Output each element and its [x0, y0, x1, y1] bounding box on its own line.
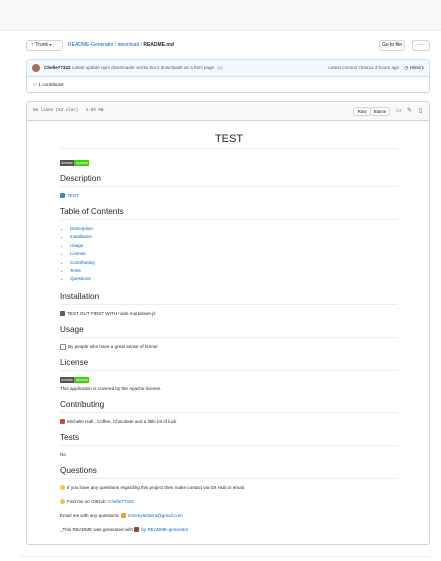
- toc-link-contributing[interactable]: Contributing: [70, 259, 398, 267]
- contributors-count: 1 contributor: [38, 82, 64, 87]
- generated-prefix: _This README was generated with: [60, 526, 134, 532]
- clock-icon: ◷: [404, 65, 409, 70]
- history-label: History: [409, 65, 424, 70]
- toc-link-license[interactable]: License: [70, 250, 398, 258]
- history-link[interactable]: ◷ History: [404, 65, 424, 70]
- breadcrumb-current-file: README.md: [143, 42, 174, 48]
- branch-label: Trunk: [35, 42, 49, 48]
- questions-text-2: Find me on GitHub: Chelle77322: [60, 498, 398, 505]
- top-header-bar: [0, 0, 441, 31]
- books-icon: [60, 419, 65, 425]
- heading-description: Description: [60, 173, 398, 187]
- monitor-icon[interactable]: ▭: [396, 107, 402, 115]
- commit-meta: Latest commit 7d4a1a 3 hours ago ◷ Histo…: [328, 64, 424, 72]
- blame-button[interactable]: Blame: [370, 107, 390, 116]
- raw-button[interactable]: Raw: [353, 107, 371, 116]
- heading-table-of-contents: Table of Contents: [60, 206, 398, 220]
- footer-divider: [20, 556, 430, 557]
- breadcrumb-separator: /: [114, 42, 117, 48]
- file-header: 56 lines (52 sloc) 1.89 KB Raw Blame ▭ ✎…: [27, 102, 429, 121]
- badge-value: Apache: [74, 376, 90, 383]
- file-info: 56 lines (52 sloc) 1.89 KB: [33, 109, 104, 113]
- breadcrumb-folder-link[interactable]: download: [118, 42, 139, 48]
- hammer-icon: [134, 527, 140, 533]
- email-link[interactable]: mimmytedarra@gmail.com: [128, 513, 183, 518]
- tests-text: No: [60, 451, 66, 457]
- toc-link-usage[interactable]: Usage: [70, 242, 398, 250]
- toc-link-tests[interactable]: Tests: [70, 267, 398, 275]
- avatar[interactable]: [32, 64, 40, 72]
- license-badge-2[interactable]: license Apache: [60, 376, 398, 383]
- description-text: TEST: [60, 192, 398, 199]
- envelope-icon: [120, 513, 126, 519]
- toc-link-installation[interactable]: Installation: [70, 233, 398, 241]
- commit-message: Chelle77322 Latest update npm downloader…: [44, 64, 224, 72]
- go-to-file-button[interactable]: Go to file: [379, 40, 405, 51]
- latest-commit-bar: Chelle77322 Latest update npm downloader…: [26, 59, 430, 77]
- branch-icon: ᛘ: [31, 42, 35, 48]
- license-badge[interactable]: license Apache: [60, 159, 398, 166]
- badge-label: license: [60, 159, 75, 166]
- checkbox-icon: [60, 343, 66, 350]
- description-value: TEST: [67, 193, 79, 198]
- contributors-bar[interactable]: ⚇ 1 contributor: [26, 77, 430, 93]
- more-options-button[interactable]: ···: [412, 40, 430, 51]
- badge-label: license: [60, 376, 75, 383]
- branch-select-button[interactable]: ᛘ Trunk ▾: [26, 40, 63, 51]
- breadcrumb: README-Generator / download / README.md: [68, 41, 174, 49]
- installation-value: TEST OUT FIRST WITH node markdown.js: [67, 310, 156, 316]
- heading-tests: Tests: [60, 432, 398, 446]
- usage-value: By people who have a great sense of humo…: [68, 343, 158, 349]
- questions-prefix-3: Email me with any questions:: [60, 512, 120, 518]
- computer-icon: [60, 311, 65, 317]
- commit-author[interactable]: Chelle77322: [44, 65, 71, 70]
- heading-questions: Questions: [60, 465, 398, 479]
- heading-installation: Installation: [60, 291, 398, 305]
- contributing-text: Michelle Hall , Coffee, Chocolate and a …: [60, 418, 398, 425]
- toc-list: Description Installation Usage License C…: [60, 225, 398, 284]
- breadcrumb-repo-link[interactable]: README-Generator: [68, 42, 114, 48]
- smiley-icon: [60, 499, 65, 505]
- people-icon: ⚇: [33, 82, 38, 87]
- questions-text-3: Email me with any questions: mimmytedarr…: [60, 512, 398, 519]
- thinking-face-icon: [60, 485, 65, 491]
- blue-square-icon: [60, 193, 65, 199]
- heading-contributing: Contributing: [60, 399, 398, 413]
- latest-commit-text[interactable]: Latest commit 7d4a1a 3 hours ago: [328, 65, 399, 70]
- toc-link-questions[interactable]: Questions: [70, 275, 398, 283]
- heading-license: License: [60, 357, 398, 371]
- questions-prefix-2: Find me on GitHub:: [67, 498, 107, 504]
- installation-text: TEST OUT FIRST WITH node markdown.js: [60, 310, 398, 317]
- license-text: This application is covered by the Apach…: [60, 385, 162, 391]
- file-viewer: 56 lines (52 sloc) 1.89 KB Raw Blame ▭ ✎…: [26, 101, 430, 545]
- heading-usage: Usage: [60, 324, 398, 338]
- commit-expand-button[interactable]: …: [217, 66, 224, 70]
- readme-title: TEST: [60, 132, 398, 149]
- commit-message-text[interactable]: Latest update npm downloader works but i…: [72, 65, 214, 70]
- generated-by-text: _This README was generated with by READM…: [60, 526, 398, 533]
- badge-value: Apache: [74, 159, 90, 166]
- questions-text-1: If you have any questions regarding this…: [60, 484, 398, 491]
- toc-link-description[interactable]: Description: [70, 225, 398, 233]
- usage-text: By people who have a great sense of humo…: [60, 343, 398, 350]
- pencil-icon[interactable]: ✎: [407, 107, 412, 115]
- readme-content: TEST license Apache Description TEST Tabl…: [60, 126, 398, 538]
- questions-value-1: If you have any questions regarding this…: [67, 484, 245, 490]
- readme-generator-link[interactable]: by README-generator: [141, 527, 188, 532]
- chevron-down-icon: ▾: [49, 42, 52, 47]
- trash-icon[interactable]: ▯: [419, 107, 422, 115]
- breadcrumb-separator: /: [140, 42, 142, 48]
- github-profile-link[interactable]: Chelle77322: [108, 499, 134, 504]
- file-navigation: ᛘ Trunk ▾ README-Generator / download / …: [26, 40, 430, 52]
- contributing-value: Michelle Hall , Coffee, Chocolate and a …: [67, 418, 177, 424]
